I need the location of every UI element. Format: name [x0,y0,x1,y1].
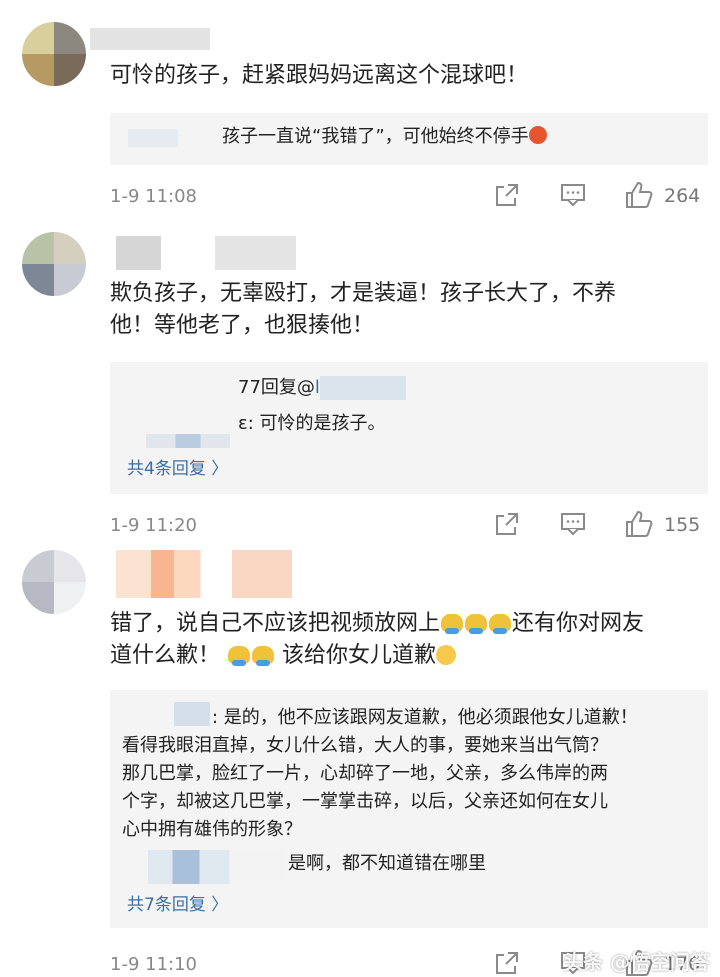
shrug-emoji-icon [489,614,512,634]
reply-box: : 是的，他不应该跟网友道歉，他必须跟他女儿道歉！ 看得我眼泪直掉，女儿什么错，… [110,690,708,928]
shrug-emoji-icon [465,614,488,634]
reply-text: 孩子一直说“我错了”，可他始终不停手 [222,123,547,151]
reply-username-blurred[interactable] [146,434,230,448]
username-blurred[interactable] [116,550,292,598]
comment-icon[interactable] [560,183,586,207]
reply-text: : 是的，他不应该跟网友道歉，他必须跟他女儿道歉！ 看得我眼泪直掉，女儿什么错，… [122,707,638,840]
comment-text: 可怜的孩子，赶紧跟妈妈远离这个混球吧！ [110,63,529,88]
share-icon[interactable] [494,182,520,208]
angry-emoji-icon [528,126,547,144]
mention-blurred[interactable] [320,376,406,400]
comment-text: 错了，说自己不应该把视频放网上 还有你对网友 道什么歉！ 该给你女儿道歉 [110,611,645,668]
like-icon[interactable] [624,509,654,539]
reply-text: 是啊，都不知道错在哪里 [288,853,486,874]
timestamp: 1-9 11:08 [110,186,197,207]
more-replies-link[interactable]: 共4条回复 〉 [127,454,228,479]
share-icon[interactable] [494,950,520,976]
reply-box: 孩子一直说“我错了”，可他始终不停手 [110,113,708,165]
like-count: 155 [664,514,701,536]
shrug-emoji-icon [252,646,275,666]
reply-line: 77回复@l [238,377,320,398]
timestamp: 1-9 11:10 [110,954,197,975]
share-icon[interactable] [494,511,520,537]
comment-icon[interactable] [560,512,586,536]
shrug-emoji-icon [228,646,251,666]
reply-line: ε: 可怜的是孩子。 [238,413,386,434]
username-blurred[interactable] [116,236,296,270]
reply-box: 77回复@l ε: 可怜的是孩子。 共4条回复 〉 [110,362,708,494]
username-blurred[interactable] [90,28,210,50]
like-count: 264 [664,185,701,207]
comment-text: 欺负孩子，无辜殴打，才是装逼！孩子长大了，不养 他！等他老了，也狠揍他！ [110,281,617,338]
avatar[interactable] [22,232,86,296]
like-icon[interactable] [624,180,654,210]
timestamp: 1-9 11:20 [110,515,197,536]
smile-emoji-icon [436,645,457,665]
avatar[interactable] [22,22,86,86]
watermark: 头条 @悟空问答 [563,950,710,974]
avatar[interactable] [22,550,86,614]
more-replies-link[interactable]: 共7条回复 〉 [127,890,228,915]
reply-username-blurred[interactable] [128,129,178,147]
shrug-emoji-icon [441,614,464,634]
reply-username-blurred[interactable] [148,850,284,884]
